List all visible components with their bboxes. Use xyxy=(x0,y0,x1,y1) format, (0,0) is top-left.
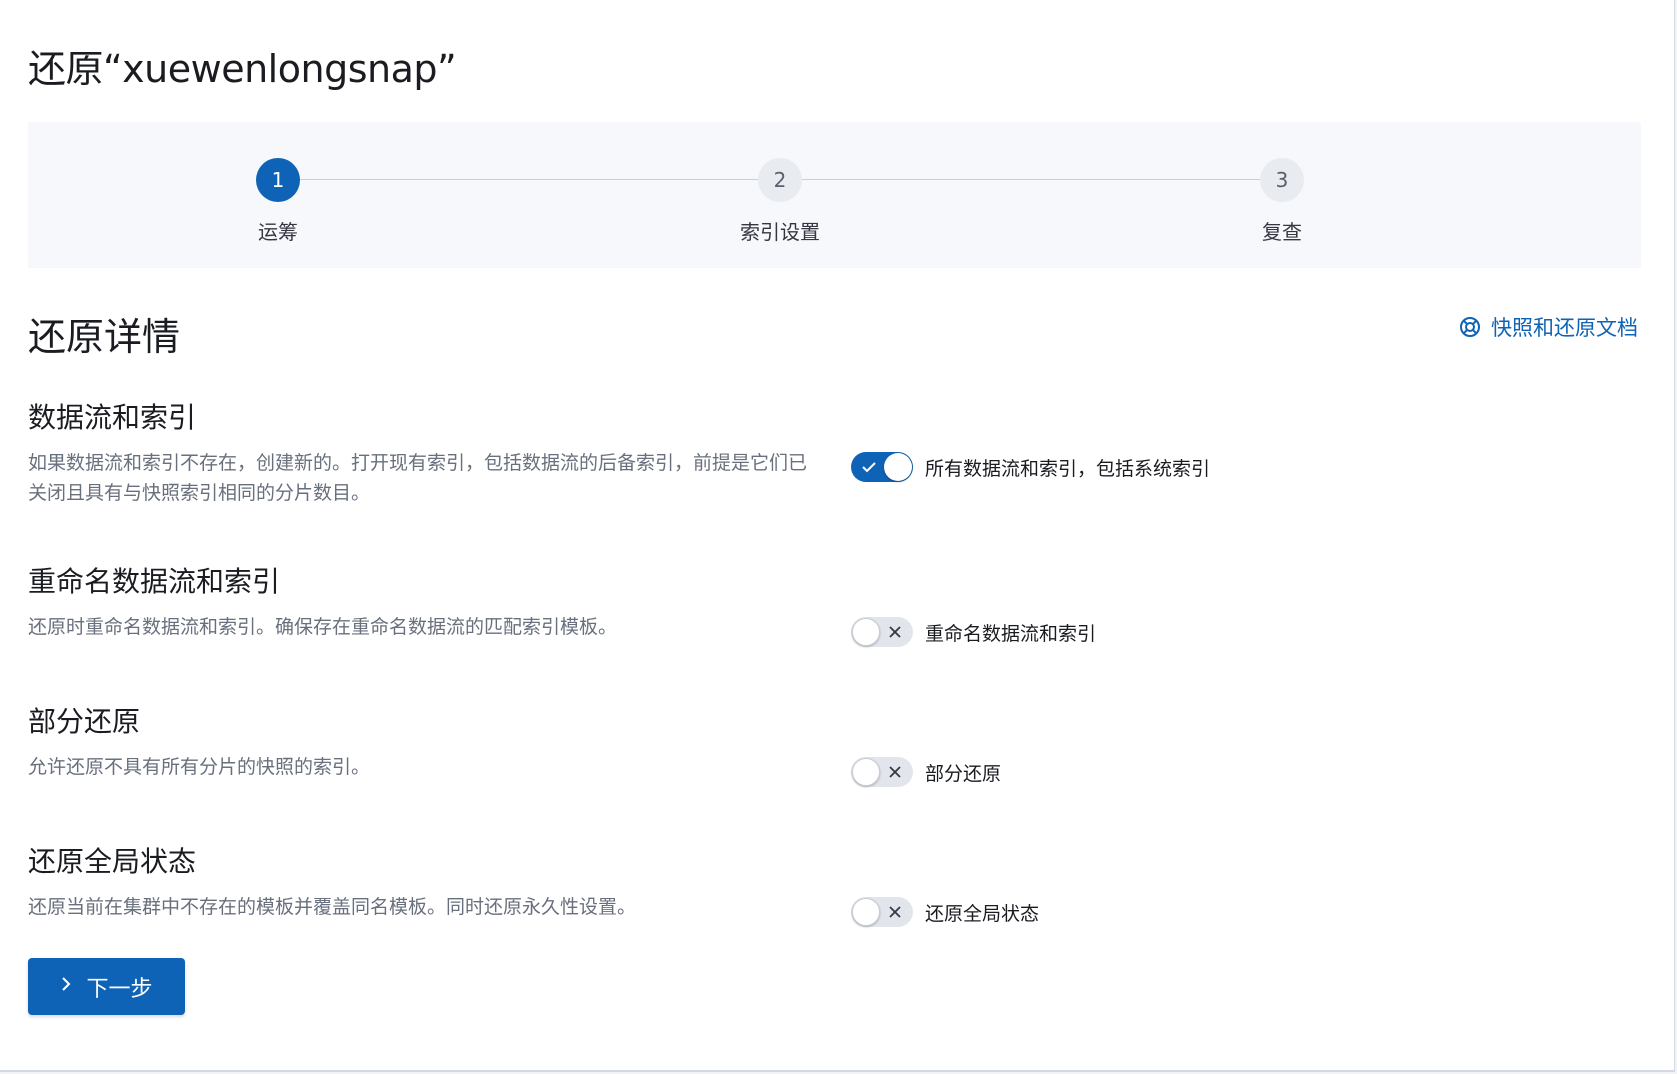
section-title: 数据流和索引 xyxy=(28,401,197,434)
section-description: 还原当前在集群中不存在的模板并覆盖同名模板。同时还原永久性设置。 xyxy=(28,896,637,918)
close-icon xyxy=(881,757,909,787)
next-step-label: 下一步 xyxy=(86,976,153,1002)
section-description: 允许还原不具有所有分片的快照的索引。 xyxy=(28,756,371,778)
toggle-all-indices[interactable]: 所有数据流和索引，包括系统索引 xyxy=(851,452,1210,482)
toggle-label: 所有数据流和索引，包括系统索引 xyxy=(925,457,1211,480)
toggle-label: 部分还原 xyxy=(925,762,1002,785)
step-2-number: 2 xyxy=(758,158,802,202)
section-title: 重命名数据流和索引 xyxy=(28,565,281,598)
toggle-knob xyxy=(852,898,880,926)
docs-link[interactable]: 快照和还原文档 xyxy=(1459,312,1638,342)
toggle-switch[interactable] xyxy=(851,897,913,927)
toggle-switch[interactable] xyxy=(851,617,913,647)
section-description: 如果数据流和索引不存在，创建新的。打开现有索引，包括数据流的后备索引，前提是它们… xyxy=(28,452,808,504)
section-global-state: 还原全局状态 还原当前在集群中不存在的模板并覆盖同名模板。同时还原永久性设置。 … xyxy=(28,840,1641,927)
page-title: 还原“xuewenlongsnap” xyxy=(28,47,457,91)
toggle-switch[interactable] xyxy=(851,757,913,787)
section-title: 部分还原 xyxy=(28,705,141,738)
step-1-label: 运筹 xyxy=(258,220,298,244)
restore-details-title: 还原详情 xyxy=(28,315,181,359)
chevron-right-icon xyxy=(60,974,72,999)
steps-bar: 1 运筹 2 索引设置 3 复查 xyxy=(28,122,1641,268)
check-icon xyxy=(855,452,883,482)
step-3[interactable]: 3 复查 xyxy=(1182,158,1382,245)
step-3-label: 复查 xyxy=(1262,220,1302,244)
toggle-knob xyxy=(852,758,880,786)
toggle-knob xyxy=(852,618,880,646)
toggle-global-state[interactable]: 还原全局状态 xyxy=(851,897,1039,927)
section-partial-restore: 部分还原 允许还原不具有所有分片的快照的索引。 部分还原 xyxy=(28,700,1641,787)
next-step-button[interactable]: 下一步 xyxy=(28,958,185,1015)
section-title: 还原全局状态 xyxy=(28,845,197,878)
toggle-knob xyxy=(884,453,912,481)
step-3-number: 3 xyxy=(1260,158,1304,202)
docs-link-label: 快照和还原文档 xyxy=(1491,316,1638,340)
restore-panel: 还原“xuewenlongsnap” 1 运筹 2 索引设置 3 复查 还原详情 xyxy=(0,0,1675,1072)
close-icon xyxy=(881,897,909,927)
toggle-partial[interactable]: 部分还原 xyxy=(851,757,1001,787)
step-2-label: 索引设置 xyxy=(740,220,820,244)
section-rename: 重命名数据流和索引 还原时重命名数据流和索引。确保存在重命名数据流的匹配索引模板… xyxy=(28,560,1641,647)
section-data-streams-indices: 数据流和索引 如果数据流和索引不存在，创建新的。打开现有索引，包括数据流的后备索… xyxy=(28,396,1641,508)
step-1-number: 1 xyxy=(256,158,300,202)
help-lifebuoy-icon xyxy=(1459,316,1481,338)
close-icon xyxy=(881,617,909,647)
section-description: 还原时重命名数据流和索引。确保存在重命名数据流的匹配索引模板。 xyxy=(28,616,618,638)
step-2[interactable]: 2 索引设置 xyxy=(680,158,880,245)
toggle-rename[interactable]: 重命名数据流和索引 xyxy=(851,617,1096,647)
toggle-switch[interactable] xyxy=(851,452,913,482)
toggle-label: 重命名数据流和索引 xyxy=(925,622,1097,645)
step-1[interactable]: 1 运筹 xyxy=(178,158,378,245)
toggle-label: 还原全局状态 xyxy=(925,902,1040,925)
